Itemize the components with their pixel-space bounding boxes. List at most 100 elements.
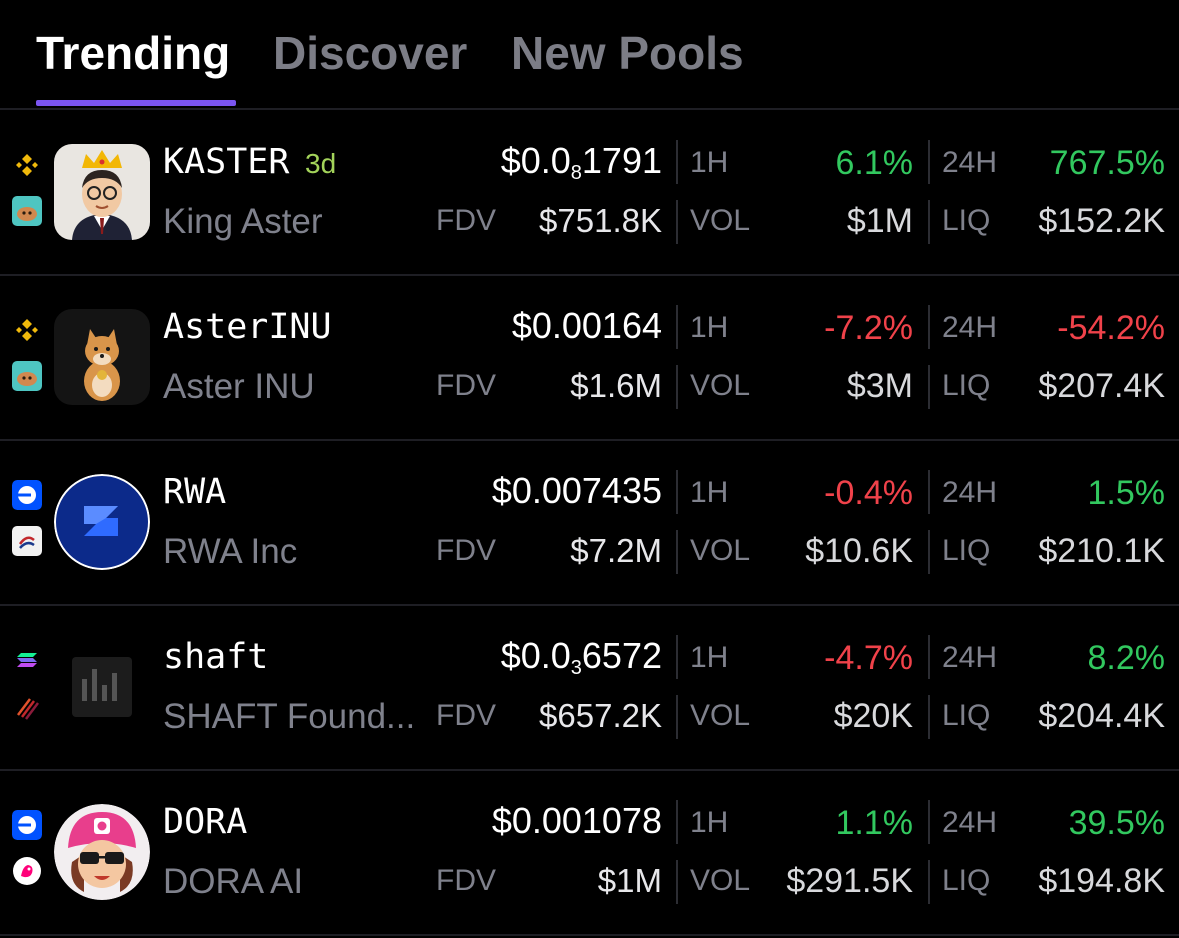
token-name: RWA Inc: [163, 532, 298, 571]
change-24h: 767.5%: [1049, 144, 1165, 182]
divider: [676, 860, 678, 904]
volume-value: $20K: [833, 697, 913, 735]
divider: [676, 365, 678, 409]
1h-label: 1H: [690, 641, 729, 674]
1h-label: 1H: [690, 311, 729, 344]
vol-label: VOL: [690, 204, 751, 237]
liq-label: LIQ: [942, 204, 991, 237]
tab-bar: Trending Discover New Pools: [0, 0, 1179, 110]
divider: [928, 200, 930, 244]
token-symbol: DORA: [163, 802, 248, 842]
1h-label: 1H: [690, 806, 729, 839]
fdv-label: FDV: [436, 204, 496, 237]
divider: [928, 530, 930, 574]
liquidity-value: $207.4K: [1038, 367, 1165, 405]
meteora-icon: [17, 698, 39, 720]
change-1h: 1.1%: [835, 804, 914, 842]
24h-label: 24H: [942, 311, 998, 344]
token-row-dora[interactable]: DORA DORA AI $0.001078 FDV $1M 1H 1.1% V…: [0, 770, 1179, 936]
token-name: King Aster: [163, 202, 323, 241]
fdv-label: FDV: [436, 699, 496, 732]
solana-icon: [17, 653, 37, 667]
token-row-kaster[interactable]: KASTER 3d King Aster $0.081791 FDV $751.…: [0, 110, 1179, 276]
tab-discover[interactable]: Discover: [273, 26, 467, 80]
token-row-asterinu[interactable]: AsterINU Aster INU $0.00164 FDV $1.6M 1H…: [0, 275, 1179, 441]
divider: [676, 695, 678, 739]
kaster-avatar: [54, 144, 150, 240]
liq-label: LIQ: [942, 534, 991, 567]
liquidity-value: $210.1K: [1038, 532, 1165, 570]
fdv-value: $1.6M: [570, 367, 662, 404]
token-name: SHAFT Found...: [163, 697, 416, 736]
change-24h: -54.2%: [1057, 309, 1165, 347]
divider: [928, 860, 930, 904]
divider: [676, 200, 678, 244]
pancakeswap-icon: [12, 361, 42, 391]
change-1h: 6.1%: [835, 144, 914, 182]
token-row-rwa[interactable]: RWA RWA Inc $0.007435 FDV $7.2M 1H -0.4%…: [0, 440, 1179, 606]
vol-label: VOL: [690, 369, 751, 402]
change-1h: -4.7%: [824, 639, 913, 677]
vol-label: VOL: [690, 534, 751, 567]
fdv-value: $7.2M: [570, 532, 662, 569]
pancakeswap-icon: [12, 196, 42, 226]
token-symbol: RWA: [163, 472, 227, 512]
fdv-value: $657.2K: [539, 697, 662, 734]
tab-new-pools[interactable]: New Pools: [511, 26, 744, 80]
1h-label: 1H: [690, 476, 729, 509]
fdv-label: FDV: [436, 534, 496, 567]
bnb-icon: [16, 154, 38, 176]
fdv-label: FDV: [436, 864, 496, 897]
base-icon: [12, 810, 42, 840]
asterinu-avatar: [54, 309, 150, 405]
token-name: DORA AI: [163, 862, 304, 901]
token-symbol: KASTER: [163, 142, 290, 182]
1h-label: 1H: [690, 146, 729, 179]
divider: [928, 305, 930, 349]
token-price: $0.081791: [500, 140, 662, 184]
token-symbol: shaft: [163, 637, 269, 677]
divider: [928, 635, 930, 679]
divider: [676, 140, 678, 184]
token-symbol: AsterINU: [163, 307, 332, 347]
change-24h: 1.5%: [1087, 474, 1166, 512]
token-price: $0.00164: [511, 305, 662, 346]
token-price: $0.036572: [500, 635, 662, 679]
vol-label: VOL: [690, 864, 751, 897]
change-1h: -0.4%: [824, 474, 913, 512]
liq-label: LIQ: [942, 699, 991, 732]
divider: [676, 305, 678, 349]
liq-label: LIQ: [942, 864, 991, 897]
dora-avatar: [54, 804, 150, 900]
volume-value: $3M: [846, 367, 913, 405]
divider: [928, 800, 930, 844]
divider: [928, 140, 930, 184]
24h-label: 24H: [942, 146, 998, 179]
liquidity-value: $194.8K: [1038, 862, 1165, 900]
liquidity-value: $204.4K: [1038, 697, 1165, 735]
change-24h: 39.5%: [1068, 804, 1165, 842]
24h-label: 24H: [942, 641, 998, 674]
fdv-label: FDV: [436, 369, 496, 402]
fdv-value: $751.8K: [539, 202, 662, 239]
base-icon: [12, 480, 42, 510]
divider: [676, 800, 678, 844]
volume-value: $1M: [846, 202, 913, 240]
active-tab-indicator: [36, 100, 236, 106]
bnb-icon: [16, 319, 38, 341]
token-row-shaft[interactable]: shaft SHAFT Found... $0.036572 FDV $657.…: [0, 605, 1179, 771]
token-price: $0.001078: [491, 800, 662, 841]
divider: [928, 365, 930, 409]
divider: [676, 635, 678, 679]
token-price: $0.007435: [491, 470, 662, 511]
dex-icon: [12, 526, 42, 556]
fdv-value: $1M: [597, 862, 662, 899]
token-name: Aster INU: [163, 367, 315, 406]
divider: [928, 470, 930, 514]
24h-label: 24H: [942, 806, 998, 839]
tab-trending[interactable]: Trending: [36, 26, 230, 80]
rwa-avatar: [54, 474, 150, 570]
uniswap-icon: [13, 857, 41, 885]
volume-value: $291.5K: [786, 862, 913, 900]
change-1h: -7.2%: [824, 309, 913, 347]
